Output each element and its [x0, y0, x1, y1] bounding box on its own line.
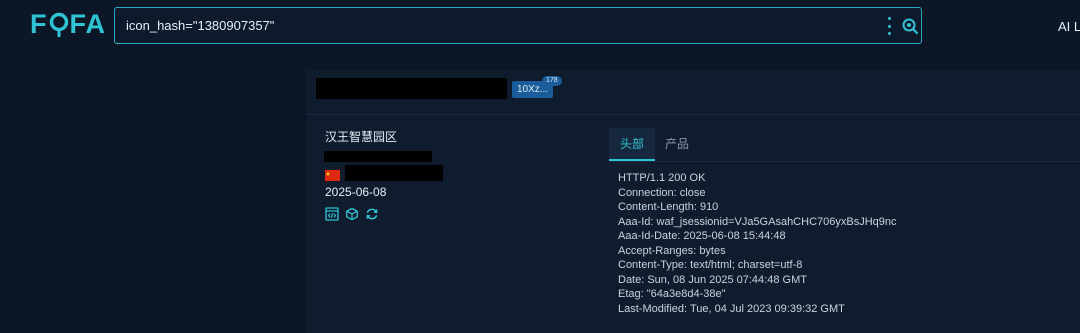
redacted-host	[316, 78, 507, 99]
action-icons	[325, 207, 379, 221]
org-name[interactable]: 汉王智慧园区	[325, 130, 585, 144]
update-date: 2025-06-08	[325, 185, 387, 199]
logo-letter-f: F	[30, 8, 48, 39]
header-line: Aaa-Id: waf_jsessionid=VJa5GAsahCHC706yx…	[618, 215, 897, 228]
search-input[interactable]	[126, 8, 866, 43]
header-line: Last-Modified: Tue, 04 Jul 2023 09:39:32…	[618, 302, 845, 315]
tab-products[interactable]: 产品	[655, 128, 699, 160]
logo-letters-fa: FA	[69, 8, 107, 39]
code-icon[interactable]	[325, 207, 339, 221]
redacted-location	[345, 165, 443, 181]
cube-icon[interactable]	[345, 207, 359, 221]
top-bar: F FA AI L	[0, 0, 1080, 60]
header-line: Connection: close	[618, 186, 706, 199]
header-line: Accept-Ranges: bytes	[618, 244, 726, 257]
result-card: 10Xz... 178 汉王智慧园区 2025-06-08 头部 产品 HTTP…	[307, 70, 1080, 333]
search-icon[interactable]	[901, 17, 919, 35]
search-box	[114, 7, 922, 44]
header-line: Aaa-Id-Date: 2025-06-08 15:44:48	[618, 230, 786, 242]
refresh-icon[interactable]	[365, 207, 379, 221]
tab-headers[interactable]: 头部	[609, 128, 655, 161]
header-line: HTTP/1.1 200 OK	[618, 172, 706, 184]
header-line: Content-Type: text/html; charset=utf-8	[618, 259, 803, 271]
kebab-menu-icon[interactable]	[885, 17, 893, 35]
header-line: Content-Length: 910	[618, 201, 719, 213]
header-line: Etag: "64a3e8d4-38e"	[618, 288, 726, 300]
redacted-ip	[324, 151, 432, 162]
response-headers-panel: HTTP/1.1 200 OK Connection: close Conten…	[609, 171, 1080, 316]
app: F FA AI L 10Xz...	[0, 0, 1080, 333]
magnifier-pin-icon	[49, 10, 69, 38]
detail-tabs: 头部 产品	[609, 128, 1080, 162]
china-flag-icon	[325, 170, 340, 181]
ai-link[interactable]: AI L	[1058, 19, 1080, 34]
header-line: Date: Sun, 08 Jun 2025 07:44:48 GMT	[618, 273, 807, 286]
host-info: 汉王智慧园区 2025-06-08	[324, 130, 585, 221]
fofa-logo[interactable]: F FA	[30, 9, 106, 39]
tag-count-badge: 178	[542, 76, 562, 86]
result-card-header: 10Xz... 178	[307, 70, 1080, 115]
